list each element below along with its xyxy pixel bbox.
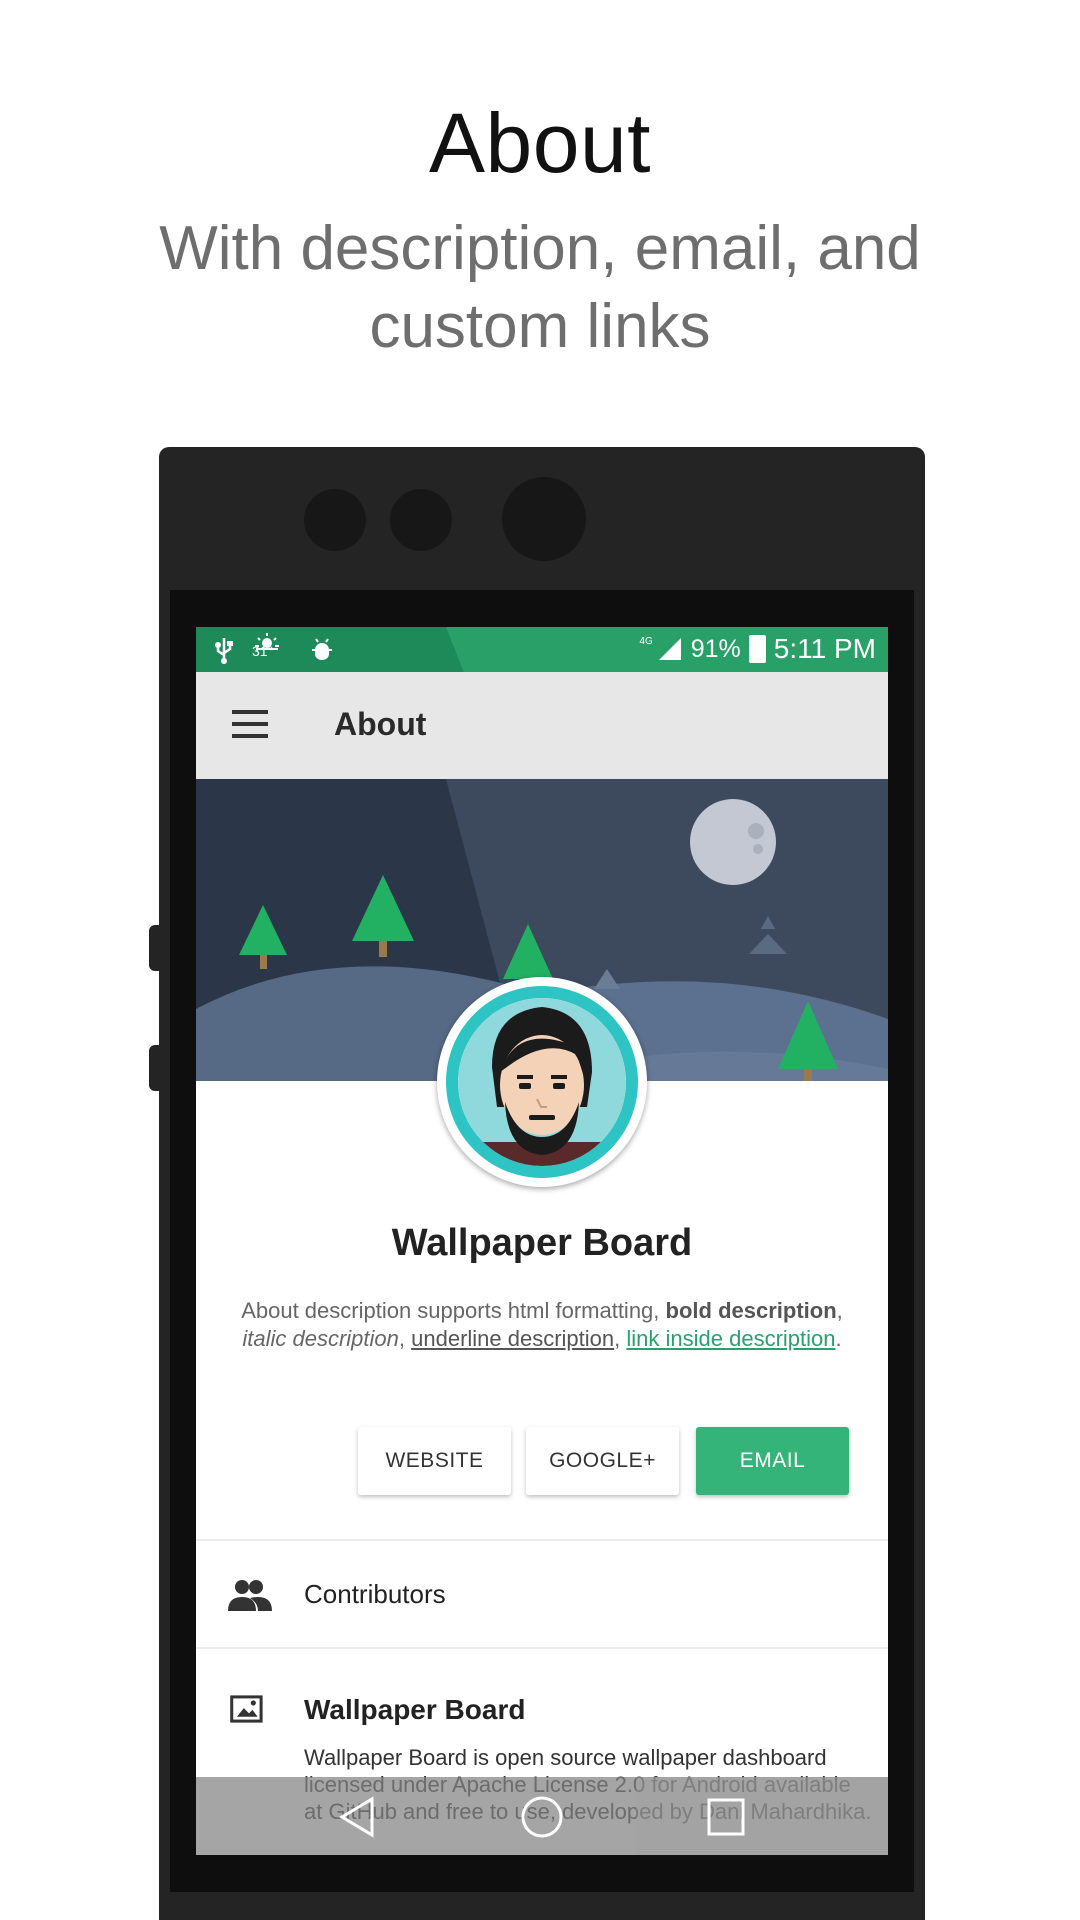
- promo-subtitle: With description, email, and custom link…: [159, 214, 921, 361]
- volume-down-button: [149, 1045, 161, 1091]
- description-end: .: [835, 1326, 842, 1351]
- app-name-heading: Wallpaper Board: [391, 1222, 693, 1264]
- battery-charging-icon: [748, 635, 766, 663]
- recents-square-icon[interactable]: [702, 1793, 750, 1841]
- back-triangle-icon[interactable]: [334, 1793, 382, 1841]
- about-description: About description supports html formatti…: [218, 1297, 866, 1353]
- wallpaper-icon: [230, 1695, 263, 1723]
- volume-up-button: [149, 925, 161, 971]
- developer-avatar: [437, 977, 647, 1187]
- temperature-text: 31°: [252, 643, 274, 659]
- google-plus-button[interactable]: GOOGLE+: [526, 1427, 679, 1495]
- app-bar-title: About: [334, 706, 427, 742]
- app-screen: 31° 4G 91% 5:11 PM About Wallpaper Board…: [196, 627, 888, 1855]
- hamburger-menu-icon[interactable]: [232, 710, 268, 738]
- description-separator: ,: [836, 1298, 843, 1323]
- project-title: Wallpaper Board: [304, 1694, 526, 1725]
- android-debug-icon: [312, 638, 332, 660]
- status-bar: 31° 4G 91% 5:11 PM: [196, 627, 888, 672]
- description-underline: underline description: [411, 1326, 615, 1351]
- contributors-title: Contributors: [304, 1579, 446, 1609]
- people-icon: [228, 1580, 272, 1611]
- status-time: 5:11 PM: [773, 633, 876, 664]
- description-separator: ,: [398, 1326, 412, 1351]
- description-text: About description supports html formatti…: [241, 1298, 666, 1323]
- description-italic: italic description: [242, 1326, 399, 1351]
- contributors-row[interactable]: Contributors: [196, 1541, 888, 1647]
- description-bold: bold description: [665, 1298, 837, 1323]
- camera-lens-icon: [502, 477, 586, 561]
- battery-percent: 91%: [690, 634, 741, 663]
- website-button[interactable]: WEBSITE: [358, 1427, 511, 1495]
- home-circle-icon[interactable]: [518, 1793, 566, 1841]
- promo-title: About: [428, 96, 651, 190]
- cell-signal-icon: [658, 638, 681, 660]
- description-link[interactable]: link inside description: [626, 1326, 835, 1351]
- email-button[interactable]: EMAIL: [696, 1427, 849, 1495]
- speaker-dot-icon: [304, 489, 366, 551]
- weather-indicator: 31°: [252, 633, 292, 667]
- app-bar: About: [196, 672, 888, 779]
- usb-icon: [215, 638, 233, 664]
- sensor-dot-icon: [390, 489, 452, 551]
- network-type-text: 4G: [639, 635, 653, 647]
- description-separator: ,: [614, 1326, 627, 1351]
- system-nav-bar: [196, 1777, 888, 1855]
- section-divider: [196, 1647, 888, 1649]
